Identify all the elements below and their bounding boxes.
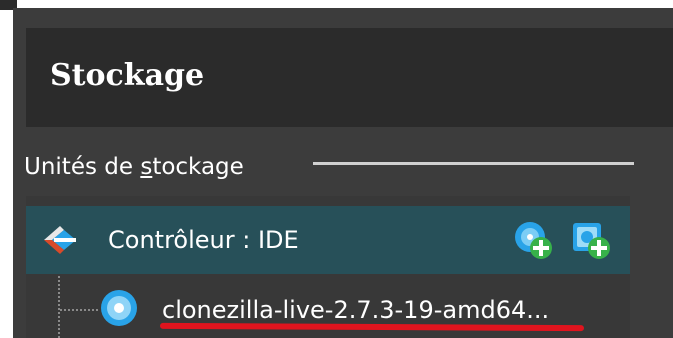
storage-units-label: Unités de stockage — [24, 154, 244, 180]
accelerator-key: s — [140, 154, 153, 180]
add-optical-drive-button[interactable] — [512, 219, 554, 261]
page-title: Stockage — [50, 58, 205, 93]
add-hard-disk-button[interactable] — [570, 219, 612, 261]
group-separator — [313, 162, 634, 165]
controller-label: Contrôleur : IDE — [108, 226, 299, 254]
tree-connector — [58, 276, 60, 338]
add-hard-disk-icon — [573, 223, 610, 259]
tree-connector-branch — [60, 309, 98, 311]
optical-disc-icon — [101, 290, 137, 326]
add-optical-drive-icon — [515, 222, 552, 259]
ide-controller-icon — [44, 226, 76, 254]
